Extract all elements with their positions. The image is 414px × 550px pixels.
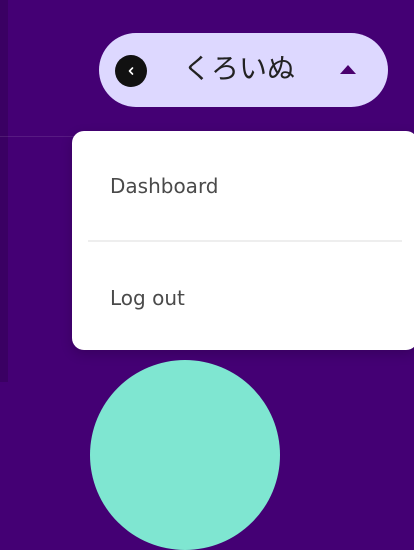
user-menu-toggle[interactable]: くろいぬ	[99, 33, 388, 107]
decorative-circle	[90, 360, 280, 550]
avatar	[115, 55, 147, 87]
user-dropdown-menu: Dashboard Log out	[72, 131, 414, 350]
menu-item-log-out[interactable]: Log out	[72, 270, 414, 326]
chevron-left-icon	[128, 67, 134, 75]
menu-divider	[88, 240, 402, 242]
caret-up-icon	[337, 61, 359, 77]
menu-item-dashboard[interactable]: Dashboard	[72, 158, 414, 214]
username: くろいぬ	[183, 52, 296, 85]
left-edge-strip	[0, 0, 8, 382]
